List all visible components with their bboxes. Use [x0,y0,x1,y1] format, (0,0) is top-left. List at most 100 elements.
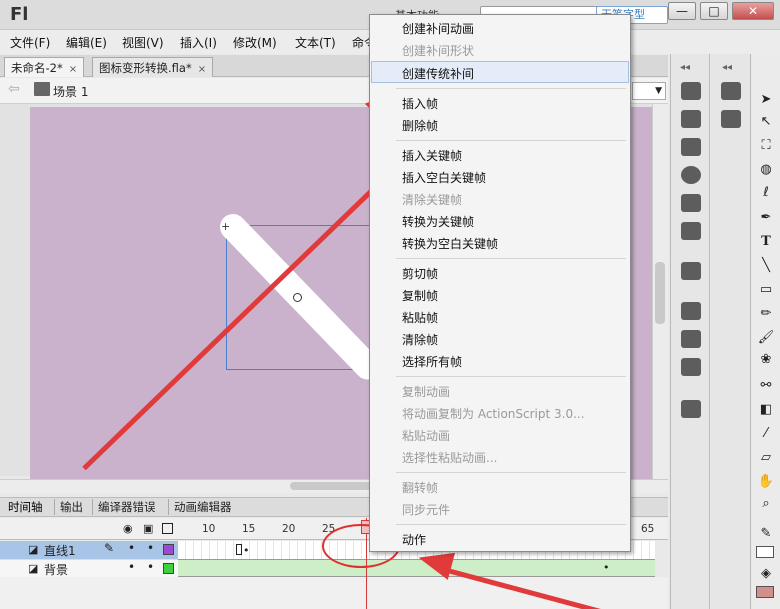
tab-label: 未命名-2* [11,61,63,75]
tab-motion-editor[interactable]: 动画编辑器 [174,499,232,515]
menu-view[interactable]: 视图(V) [122,34,164,51]
line-tool-icon[interactable]: ╲ [757,258,775,274]
tab-close-icon[interactable]: × [69,64,77,75]
scene-panel-icon[interactable] [681,400,701,418]
tab-output[interactable]: 输出 [60,499,83,515]
menu-edit[interactable]: 编辑(E) [66,34,107,51]
context-menu-item[interactable]: 清除帧 [402,331,438,348]
layer-color-swatch[interactable] [163,544,174,555]
subselection-tool-icon[interactable]: ↖ [757,114,775,130]
code-snippets-icon[interactable] [681,302,701,320]
context-menu-item[interactable]: 粘贴帧 [402,309,438,326]
text-tool-icon[interactable]: T [757,234,775,250]
collapse-arrows-icon[interactable]: ◂◂ [722,62,732,73]
horizontal-scroll-thumb[interactable] [290,482,380,490]
menu-modify[interactable]: 修改(M) [233,34,277,51]
stroke-color-icon[interactable]: ✎ [757,526,775,542]
stroke-color-swatch[interactable] [756,546,774,558]
context-menu-item: 复制动画 [402,385,451,399]
brush-tool-icon[interactable]: 🖌 [757,330,775,346]
keyframe-dot[interactable]: • [603,561,610,574]
tab-divider [54,499,55,515]
selection-tool-icon[interactable]: ➤ [757,92,775,108]
eyedropper-tool-icon[interactable]: ⁄ [757,426,775,442]
context-menu-item[interactable]: 转换为关键帧 [402,213,474,230]
blank-keyframe[interactable] [236,544,242,555]
hand-tool-icon[interactable]: ✋ [757,474,775,490]
collapse-arrows-icon[interactable]: ◂◂ [680,62,690,73]
tab-icon-morph[interactable]: 图标变形转换.fla* × [92,57,214,77]
tab-compiler-errors[interactable]: 编译器错误 [98,499,156,515]
layer-icon: ◪ [28,543,39,556]
library-panel-icon[interactable] [721,110,741,128]
3d-rotation-tool-icon[interactable]: ◍ [757,162,775,178]
context-menu-item[interactable]: 转换为空白关键帧 [402,235,498,252]
visibility-dot[interactable]: • [128,560,135,574]
bone-tool-icon[interactable]: ⚯ [757,378,775,394]
layer-name[interactable]: 背景 [44,561,68,578]
context-menu-item[interactable]: 插入关键帧 [402,147,462,164]
minimize-button[interactable]: — [668,2,696,20]
color-panel-icon[interactable] [681,82,701,100]
scene-clapper-icon [34,82,50,96]
motion-presets-icon[interactable] [681,358,701,376]
context-menu-item[interactable]: 剪切帧 [402,265,438,282]
visibility-dot[interactable]: • [128,541,135,555]
components-panel-icon[interactable] [681,330,701,348]
lasso-tool-icon[interactable]: ℓ [757,185,775,201]
context-menu-item[interactable]: 删除帧 [402,117,438,134]
layer-name[interactable]: 直线1 [44,542,76,559]
context-menu-item[interactable]: 选择所有帧 [402,353,462,370]
context-menu-item[interactable]: 插入空白关键帧 [402,169,486,186]
maximize-button[interactable]: □ [700,2,728,20]
pen-tool-icon[interactable]: ✒ [757,210,775,226]
zoom-dropdown[interactable]: ▼ [632,82,666,100]
transform-panel-icon[interactable] [681,194,701,212]
eye-icon[interactable]: ◉ [123,522,133,535]
pencil-tool-icon[interactable]: ✏ [757,306,775,322]
context-menu-item[interactable]: 创建补间动画 [402,20,474,37]
deco-tool-icon[interactable]: ❀ [757,352,775,368]
menu-insert[interactable]: 插入(I) [180,34,217,51]
free-transform-tool-icon[interactable]: ⛶ [757,138,775,154]
context-menu-item[interactable]: 创建传统补间 [402,65,474,82]
menu-text[interactable]: 文本(T) [295,34,336,51]
lock-icon[interactable]: ▣ [143,522,153,535]
align-panel-icon[interactable] [681,138,701,156]
paint-bucket-tool-icon[interactable]: ◧ [757,402,775,418]
swatches-panel-icon[interactable] [681,110,701,128]
menu-file[interactable]: 文件(F) [10,34,50,51]
lock-dot[interactable]: • [147,560,154,574]
rectangle-tool-icon[interactable]: ▭ [757,282,775,298]
context-menu-item: 清除关键帧 [402,193,463,207]
library-panel-icon[interactable] [681,262,701,280]
panel-dock-2 [711,54,751,609]
context-menu-item[interactable]: 复制帧 [402,287,438,304]
info-panel-icon[interactable] [681,166,701,184]
outline-icon[interactable] [162,523,173,534]
fill-color-icon[interactable]: ◈ [757,566,775,582]
tab-timeline[interactable]: 时间轴 [8,499,43,515]
fill-color-swatch[interactable] [756,586,774,598]
scene-label[interactable]: 场景 1 [53,83,88,100]
context-menu-item[interactable]: 插入帧 [402,95,438,112]
keyframe-dot[interactable]: • [243,544,250,557]
transform-point[interactable] [293,293,302,302]
layer-row-selected[interactable]: ◪ 直线1 ✎ • • [0,541,178,559]
back-arrow-icon[interactable]: ⇦ [8,81,20,97]
vertical-scroll-thumb[interactable] [655,262,665,324]
context-menu-item[interactable]: 动作 [402,531,426,548]
zoom-tool-icon[interactable]: ⌕ [757,496,775,512]
eraser-tool-icon[interactable]: ▱ [757,450,775,466]
close-button[interactable]: ✕ [732,2,774,20]
menu-separator [396,376,626,377]
layer-color-swatch[interactable] [163,563,174,574]
layer-row[interactable]: ◪ 背景 • • [0,559,178,577]
layer-icon: ◪ [28,562,39,575]
frame-number: 20 [282,523,296,535]
lock-dot[interactable]: • [147,541,154,555]
properties-panel-icon[interactable] [721,82,741,100]
tab-untitled-2[interactable]: 未命名-2* × [4,57,85,77]
tab-close-icon[interactable]: × [198,64,206,75]
history-panel-icon[interactable] [681,222,701,240]
